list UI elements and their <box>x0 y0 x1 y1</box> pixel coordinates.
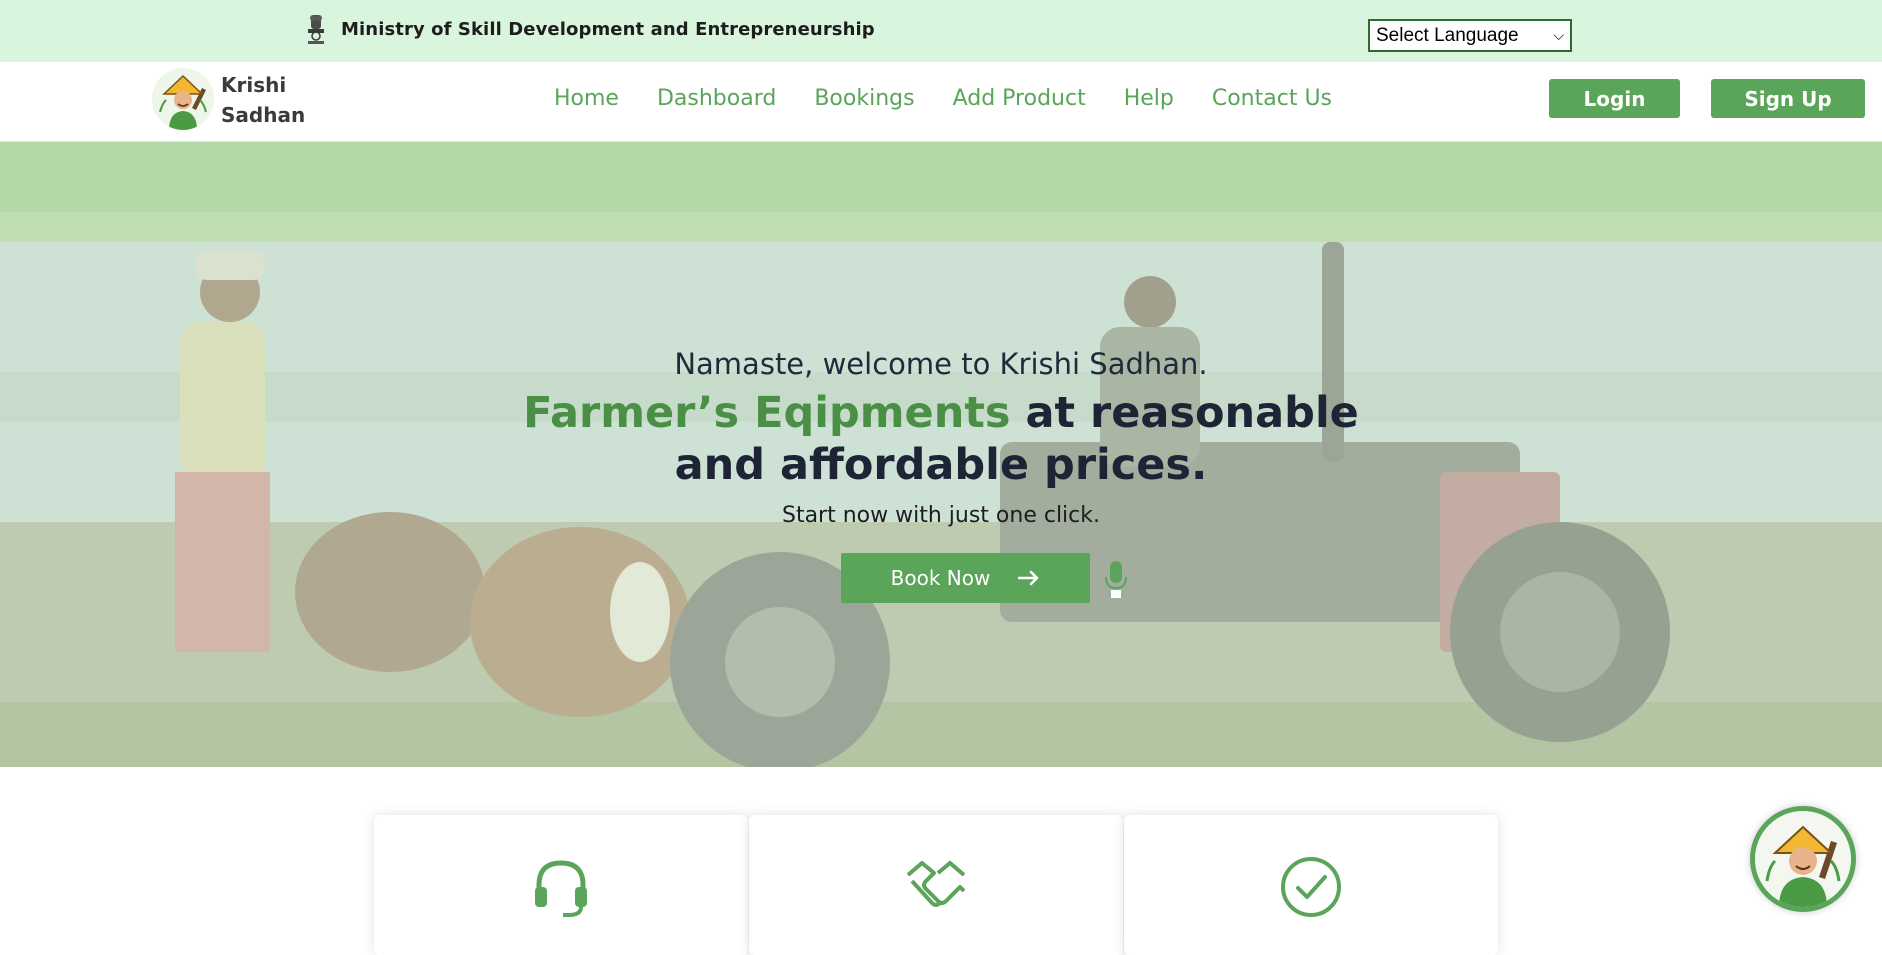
hero-headline: Farmer’s Eqipments at reasonable and aff… <box>441 387 1441 491</box>
hero-headline-part-2: and affordable prices. <box>674 440 1208 490</box>
feature-card-verified <box>1124 815 1498 955</box>
brand-line-1: Krishi <box>221 73 287 97</box>
state-emblem-icon <box>308 15 324 44</box>
nav-bookings[interactable]: Bookings <box>814 86 914 111</box>
features-section <box>0 767 1882 955</box>
nav-add-product[interactable]: Add Product <box>953 86 1086 111</box>
nav-links: Home Dashboard Bookings Add Product Help… <box>554 86 1332 111</box>
main-navbar: Krishi Sadhan Home Dashboard Bookings Ad… <box>0 62 1882 142</box>
farmer-logo-icon[interactable] <box>152 68 214 130</box>
chatbot-button[interactable] <box>1750 806 1856 912</box>
nav-contact-us[interactable]: Contact Us <box>1212 86 1332 111</box>
chevron-down-icon: ⌵ <box>1553 27 1564 43</box>
brand-name[interactable]: Krishi Sadhan <box>221 70 305 130</box>
hero-greeting: Namaste, welcome to Krishi Sadhan. <box>674 347 1208 381</box>
ministry-name: Ministry of Skill Development and Entrep… <box>341 19 875 40</box>
signup-button[interactable]: Sign Up <box>1711 79 1865 118</box>
book-now-label: Book Now <box>890 566 991 590</box>
hero-headline-part-1: at reasonable <box>1010 388 1359 438</box>
hero-section: Namaste, welcome to Krishi Sadhan. Farme… <box>0 142 1882 767</box>
nav-help[interactable]: Help <box>1124 86 1174 111</box>
language-select[interactable]: Select Language ⌵ <box>1368 19 1572 52</box>
brand-line-2: Sadhan <box>221 103 306 127</box>
nav-home[interactable]: Home <box>554 86 619 111</box>
login-button[interactable]: Login <box>1549 79 1680 118</box>
hero-headline-highlight: Farmer’s Eqipments <box>523 388 1011 438</box>
hero-text-block: Namaste, welcome to Krishi Sadhan. Farme… <box>441 347 1441 528</box>
handshake-icon <box>906 860 966 907</box>
feature-card-support <box>374 815 748 955</box>
arrow-right-icon <box>1018 570 1039 586</box>
check-circle-icon <box>1281 857 1341 917</box>
microphone-icon[interactable] <box>1104 560 1128 600</box>
language-select-value: Select Language <box>1376 24 1519 46</box>
hero-subtext: Start now with just one click. <box>781 503 1100 528</box>
nav-dashboard[interactable]: Dashboard <box>657 86 776 111</box>
ministry-bar: Ministry of Skill Development and Entrep… <box>0 0 1882 62</box>
farmer-avatar-icon <box>1755 811 1851 907</box>
book-now-button[interactable]: Book Now <box>841 553 1090 603</box>
headset-icon <box>535 860 587 917</box>
feature-card-trust <box>749 815 1123 955</box>
